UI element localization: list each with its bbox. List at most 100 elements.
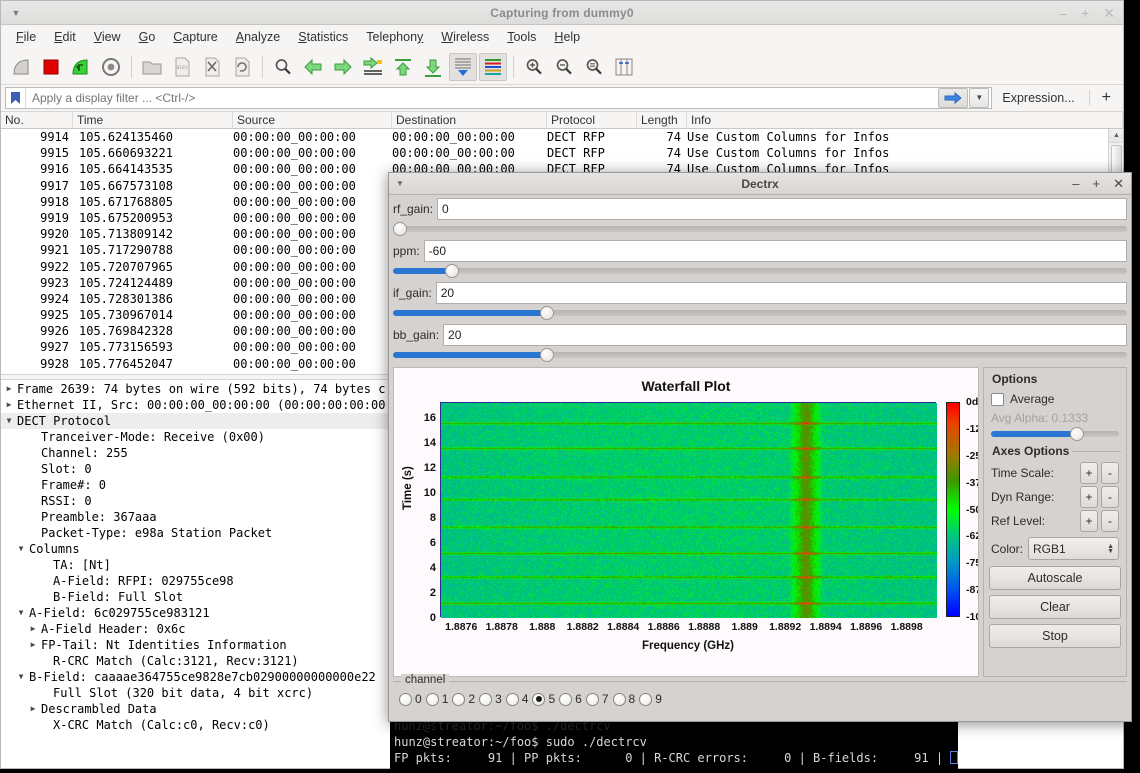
radio-button[interactable]	[426, 693, 439, 706]
increase-button[interactable]: +	[1080, 462, 1098, 484]
filter-bookmark-icon[interactable]	[6, 88, 26, 108]
channel-radio-9[interactable]: 9	[639, 692, 662, 706]
zoom-out-icon[interactable]	[550, 53, 578, 81]
scroll-up-arrow-icon[interactable]: ▲	[1109, 129, 1123, 143]
restart-capture-icon[interactable]	[67, 53, 95, 81]
filter-history-dropdown[interactable]: ▼	[969, 88, 989, 108]
waterfall-plot[interactable]: Waterfall Plot Time (s) Frequency (GHz) …	[393, 367, 979, 677]
reload-file-icon[interactable]	[228, 53, 256, 81]
channel-radio-6[interactable]: 6	[559, 692, 582, 706]
menu-help[interactable]: Help	[545, 27, 589, 47]
open-file-icon[interactable]	[138, 53, 166, 81]
menu-telephony[interactable]: Telephony	[357, 27, 432, 47]
radio-button[interactable]	[532, 693, 545, 706]
go-to-packet-icon[interactable]	[359, 53, 387, 81]
dectrx-close-icon[interactable]: ✕	[1113, 177, 1124, 190]
autoscale-button[interactable]: Autoscale	[989, 566, 1121, 590]
radio-button[interactable]	[399, 693, 412, 706]
dectrx-minimize-icon[interactable]: –	[1072, 177, 1079, 190]
menu-view[interactable]: View	[85, 27, 130, 47]
control-slider-knob[interactable]	[445, 264, 459, 278]
start-capture-icon[interactable]	[7, 53, 35, 81]
menu-wireless[interactable]: Wireless	[432, 27, 498, 47]
expression-button[interactable]: Expression...	[992, 91, 1084, 105]
triangle-down-icon[interactable]	[15, 605, 27, 621]
channel-radio-1[interactable]: 1	[426, 692, 449, 706]
table-row[interactable]: 9914105.62413546000:00:00_00:00:0000:00:…	[1, 129, 1123, 145]
terminal-window[interactable]: hunz@streator:~/foo$ ./dectrcvhunz@strea…	[390, 718, 958, 773]
radio-button[interactable]	[639, 693, 652, 706]
stop-button[interactable]: Stop	[989, 624, 1121, 648]
go-first-packet-icon[interactable]	[389, 53, 417, 81]
radio-button[interactable]	[559, 693, 572, 706]
zoom-reset-icon[interactable]	[580, 53, 608, 81]
avg-alpha-slider[interactable]	[991, 431, 1119, 437]
display-filter-box[interactable]: ▼	[5, 87, 992, 109]
search-input[interactable]	[26, 89, 938, 107]
colorize-icon[interactable]	[479, 53, 507, 81]
increase-button[interactable]: +	[1080, 510, 1098, 532]
control-slider-row[interactable]	[389, 221, 1131, 237]
column-header-destination[interactable]: Destination	[392, 112, 547, 128]
capture-options-icon[interactable]	[97, 53, 125, 81]
control-slider[interactable]	[393, 352, 1127, 358]
menu-edit[interactable]: Edit	[45, 27, 85, 47]
channel-radio-2[interactable]: 2	[452, 692, 475, 706]
triangle-down-icon[interactable]	[15, 669, 27, 685]
control-value-input[interactable]	[437, 198, 1127, 220]
triangle-down-icon[interactable]	[3, 413, 15, 429]
channel-radio-0[interactable]: 0	[399, 692, 422, 706]
column-header-time[interactable]: Time	[73, 112, 233, 128]
triangle-right-icon[interactable]	[3, 381, 15, 397]
control-value-input[interactable]	[436, 282, 1127, 304]
table-row[interactable]: 9915105.66069322100:00:00_00:00:0000:00:…	[1, 145, 1123, 161]
menu-capture[interactable]: Capture	[164, 27, 226, 47]
channel-radio-7[interactable]: 7	[586, 692, 609, 706]
column-header-info[interactable]: Info	[687, 112, 1123, 128]
control-slider[interactable]	[393, 226, 1127, 232]
control-slider-row[interactable]	[389, 347, 1131, 363]
minimize-icon[interactable]: –	[1059, 6, 1067, 20]
go-last-packet-icon[interactable]	[419, 53, 447, 81]
control-slider-knob[interactable]	[393, 222, 407, 236]
triangle-right-icon[interactable]	[27, 701, 39, 717]
go-back-icon[interactable]	[299, 53, 327, 81]
stop-capture-icon[interactable]	[37, 53, 65, 81]
menu-file[interactable]: File	[7, 27, 45, 47]
menu-go[interactable]: Go	[130, 27, 165, 47]
control-value-input[interactable]	[443, 324, 1127, 346]
go-forward-icon[interactable]	[329, 53, 357, 81]
decrease-button[interactable]: -	[1101, 462, 1119, 484]
menu-tools[interactable]: Tools	[498, 27, 545, 47]
dectrx-maximize-icon[interactable]: +	[1093, 177, 1101, 190]
column-header-source[interactable]: Source	[233, 112, 392, 128]
find-packet-icon[interactable]	[269, 53, 297, 81]
color-select[interactable]: RGB1 ▲▼	[1028, 537, 1119, 560]
control-slider[interactable]	[393, 310, 1127, 316]
channel-radio-5[interactable]: 5	[532, 692, 555, 706]
average-checkbox[interactable]	[991, 393, 1004, 406]
decrease-button[interactable]: -	[1101, 510, 1119, 532]
increase-button[interactable]: +	[1080, 486, 1098, 508]
radio-button[interactable]	[613, 693, 626, 706]
save-file-icon[interactable]: 0101	[168, 53, 196, 81]
maximize-icon[interactable]: +	[1081, 6, 1089, 20]
control-slider[interactable]	[393, 268, 1127, 274]
window-menu-icon[interactable]: ▼	[9, 8, 23, 18]
waterfall-heatmap[interactable]: 02468101214161.88761.88781.8881.88821.88…	[440, 402, 936, 617]
control-slider-knob[interactable]	[540, 348, 554, 362]
channel-radio-3[interactable]: 3	[479, 692, 502, 706]
avg-alpha-slider-row[interactable]	[989, 429, 1121, 441]
average-checkbox-row[interactable]: Average	[989, 389, 1121, 407]
triangle-right-icon[interactable]	[27, 637, 39, 653]
radio-button[interactable]	[586, 693, 599, 706]
clear-button[interactable]: Clear	[989, 595, 1121, 619]
triangle-right-icon[interactable]	[3, 397, 15, 413]
menu-statistics[interactable]: Statistics	[289, 27, 357, 47]
triangle-down-icon[interactable]	[15, 541, 27, 557]
decrease-button[interactable]: -	[1101, 486, 1119, 508]
column-header-protocol[interactable]: Protocol	[547, 112, 637, 128]
close-icon[interactable]: ✕	[1103, 6, 1115, 20]
menu-analyze[interactable]: Analyze	[227, 27, 289, 47]
radio-button[interactable]	[506, 693, 519, 706]
